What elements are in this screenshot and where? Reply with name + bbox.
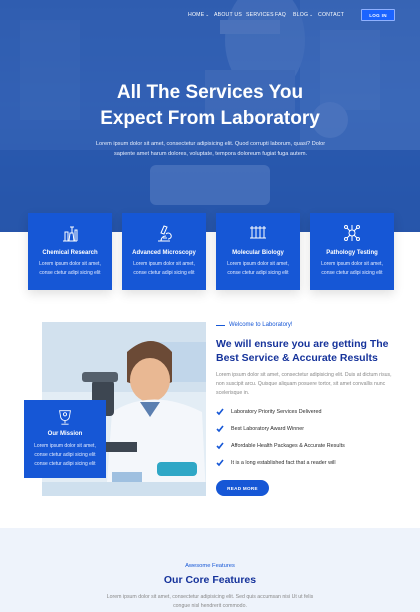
nav-item-about-us[interactable]: ABOUT US	[214, 12, 242, 18]
service-description: Lorem ipsum dolor sit amet, conse ctetur…	[39, 261, 101, 276]
nav-item-faq[interactable]: FAQ	[275, 12, 286, 18]
label-underline	[216, 325, 225, 326]
features-label: Awesome Features	[185, 563, 235, 569]
microscope-icon	[158, 225, 172, 242]
features-title: Our Core Features	[163, 574, 257, 586]
test-tubes-icon	[250, 226, 266, 239]
hero-title-line-2: Expect From Laboratory	[100, 108, 320, 129]
checklist-text: It is a long established fact that a rea…	[231, 460, 336, 466]
our-mission-card: Our Mission Lorem ipsum dolor sit amet, …	[24, 400, 106, 478]
award-icon	[59, 410, 71, 425]
nav-item-services[interactable]: SERVICES	[246, 12, 274, 18]
check-icon	[216, 425, 224, 433]
chevron-down-icon: ⌄	[205, 12, 210, 17]
nav-blog-label: BLOG	[293, 12, 309, 18]
nav-services-label: SERVICES	[246, 12, 274, 18]
mission-description: Lorem ipsum dolor sit amet, conse ctetur…	[34, 443, 96, 467]
checklist-item: Affordable Health Packages & Accurate Re…	[216, 442, 345, 450]
nav-faq-label: FAQ	[275, 12, 286, 18]
checklist-text: Laboratory Priority Services Delivered	[231, 409, 322, 415]
service-title: Advanced Microscopy	[132, 250, 196, 256]
service-description: Lorem ipsum dolor sit amet, conse ctetur…	[133, 261, 195, 276]
hero-description: Lorem ipsum dolor sit amet, consectetur …	[95, 141, 326, 157]
mission-title: Our Mission	[47, 431, 83, 437]
nav-item-blog[interactable]: BLOG⌄	[293, 12, 313, 18]
nav-contact-label: CONTACT	[318, 12, 345, 18]
service-card-pathology-testing[interactable]: Pathology Testing Lorem ipsum dolor sit …	[310, 213, 394, 290]
checklist-text: Best Laboratory Award Winner	[231, 426, 305, 432]
nav-item-home[interactable]: HOME⌄	[188, 12, 209, 18]
service-description: Lorem ipsum dolor sit amet, conse ctetur…	[321, 261, 383, 276]
checklist-text: Affordable Health Packages & Accurate Re…	[231, 443, 345, 449]
nav-home-label: HOME	[188, 12, 205, 18]
nav-item-contact[interactable]: CONTACT	[318, 12, 344, 18]
chemistry-flasks-icon	[63, 226, 78, 242]
service-card-chemical-research[interactable]: Chemical Research Lorem ipsum dolor sit …	[28, 213, 112, 290]
check-icon	[216, 459, 224, 467]
service-title: Chemical Research	[42, 250, 98, 256]
checklist-item: Laboratory Priority Services Delivered	[216, 408, 321, 416]
login-button[interactable]: LOG IN	[361, 9, 395, 21]
service-description: Lorem ipsum dolor sit amet, conse ctetur…	[227, 261, 289, 276]
features-description: Lorem ipsum dolor sit amet, consectetur …	[106, 594, 314, 609]
checklist-item: Best Laboratory Award Winner	[216, 425, 304, 433]
service-title: Molecular Biology	[232, 250, 284, 256]
checklist-item: It is a long established fact that a rea…	[216, 459, 336, 467]
chevron-down-icon: ⌄	[309, 12, 314, 17]
nav-about-label: ABOUT US	[214, 12, 243, 18]
service-card-molecular-biology[interactable]: Molecular Biology Lorem ipsum dolor sit …	[216, 213, 300, 290]
check-icon	[216, 408, 224, 416]
molecule-icon	[344, 225, 360, 241]
service-card-advanced-microscopy[interactable]: Advanced Microscopy Lorem ipsum dolor si…	[122, 213, 206, 290]
about-description: Lorem ipsum dolor sit amet, consectetur …	[216, 372, 392, 396]
read-more-button[interactable]: READ MORE	[216, 480, 269, 496]
hero-title-line-1: All The Services You	[116, 82, 304, 103]
about-title: We will ensure you are getting The Best …	[216, 338, 389, 364]
check-icon	[216, 442, 224, 450]
about-label: Welcome to Laboratory!	[229, 322, 293, 328]
service-title: Pathology Testing	[326, 250, 378, 256]
top-nav: HOME⌄ ABOUT US SERVICES FAQ BLOG⌄ CONTAC…	[0, 9, 420, 23]
